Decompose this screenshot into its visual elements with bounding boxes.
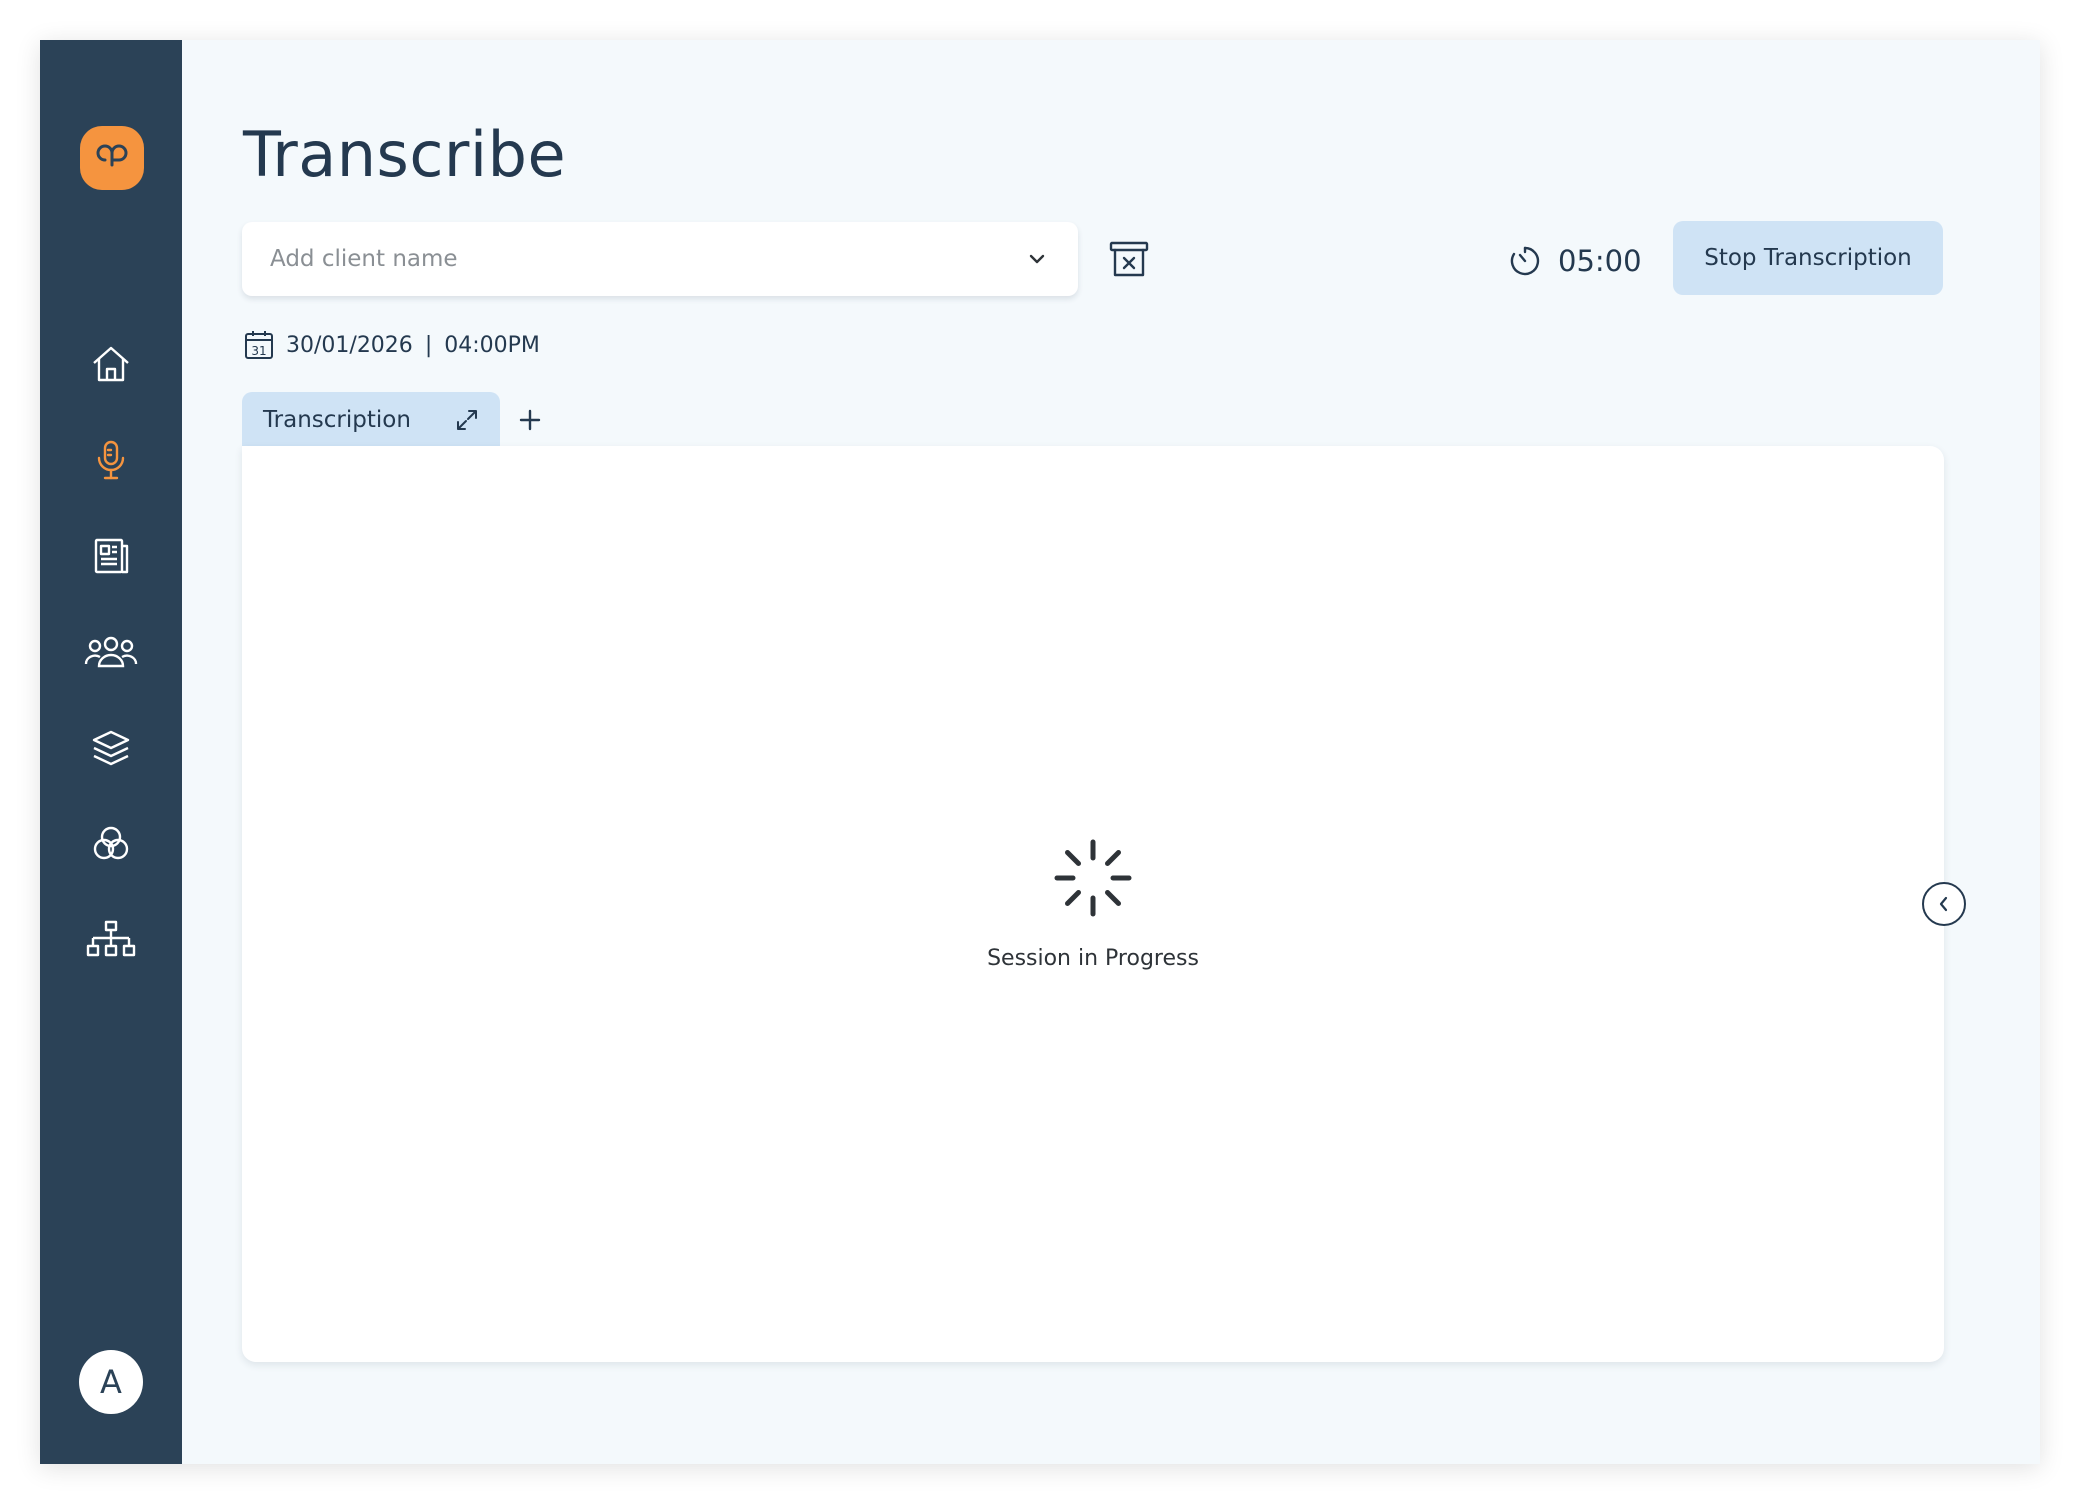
loading-spinner-icon bbox=[1054, 839, 1132, 917]
circles-icon bbox=[93, 826, 129, 860]
session-time: 04:00PM bbox=[444, 332, 540, 358]
hierarchy-icon bbox=[86, 920, 136, 957]
brand-logo-icon bbox=[96, 144, 128, 167]
tab-label: Transcription bbox=[263, 407, 411, 433]
add-tab-button[interactable] bbox=[512, 402, 548, 438]
session-timer: 05:00 bbox=[1508, 238, 1642, 284]
calendar-day: 31 bbox=[251, 344, 266, 358]
page-title: Transcribe bbox=[243, 118, 567, 191]
chevron-left-icon bbox=[1939, 896, 1948, 912]
expand-icon[interactable] bbox=[454, 407, 480, 433]
sidebar-item-transcribe[interactable] bbox=[79, 428, 143, 492]
brand-logo[interactable] bbox=[80, 126, 144, 190]
sidebar-item-clients[interactable] bbox=[79, 620, 143, 684]
calendar-icon: 31 bbox=[245, 331, 273, 359]
archive-delete-icon bbox=[1109, 241, 1149, 277]
collapse-panel-button[interactable] bbox=[1922, 882, 1966, 926]
transcription-panel: Session in Progress bbox=[242, 446, 1944, 1362]
sidebar-item-organization[interactable] bbox=[79, 908, 143, 972]
user-avatar[interactable]: A bbox=[79, 1350, 143, 1414]
sidebar-item-insights[interactable] bbox=[79, 812, 143, 876]
avatar-initial: A bbox=[100, 1363, 122, 1401]
client-name-select[interactable] bbox=[242, 222, 1078, 296]
sidebar: A bbox=[40, 40, 182, 1464]
sidebar-item-layers[interactable] bbox=[79, 716, 143, 780]
timer-icon bbox=[1510, 246, 1540, 276]
tab-transcription[interactable]: Transcription bbox=[242, 392, 500, 448]
plus-icon bbox=[519, 409, 541, 431]
app-window: A Transcribe 05:00 Stop Transcription bbox=[40, 40, 2040, 1464]
sidebar-item-home[interactable] bbox=[79, 332, 143, 396]
session-status-text: Session in Progress bbox=[987, 946, 1199, 971]
discard-session-button[interactable] bbox=[1106, 236, 1152, 282]
chevron-down-icon[interactable] bbox=[1024, 246, 1050, 272]
session-datetime: 31 30/01/2026 | 04:00PM bbox=[244, 330, 540, 360]
document-icon bbox=[94, 538, 129, 574]
home-icon bbox=[93, 346, 129, 382]
sidebar-item-documents[interactable] bbox=[79, 524, 143, 588]
microphone-icon bbox=[97, 440, 125, 480]
client-name-input[interactable] bbox=[270, 246, 1024, 272]
timer-value: 05:00 bbox=[1558, 244, 1642, 278]
layers-icon bbox=[92, 730, 130, 766]
session-date: 30/01/2026 bbox=[286, 332, 413, 358]
stop-transcription-button[interactable]: Stop Transcription bbox=[1673, 221, 1943, 295]
datetime-separator: | bbox=[424, 332, 433, 358]
people-icon bbox=[84, 636, 138, 668]
